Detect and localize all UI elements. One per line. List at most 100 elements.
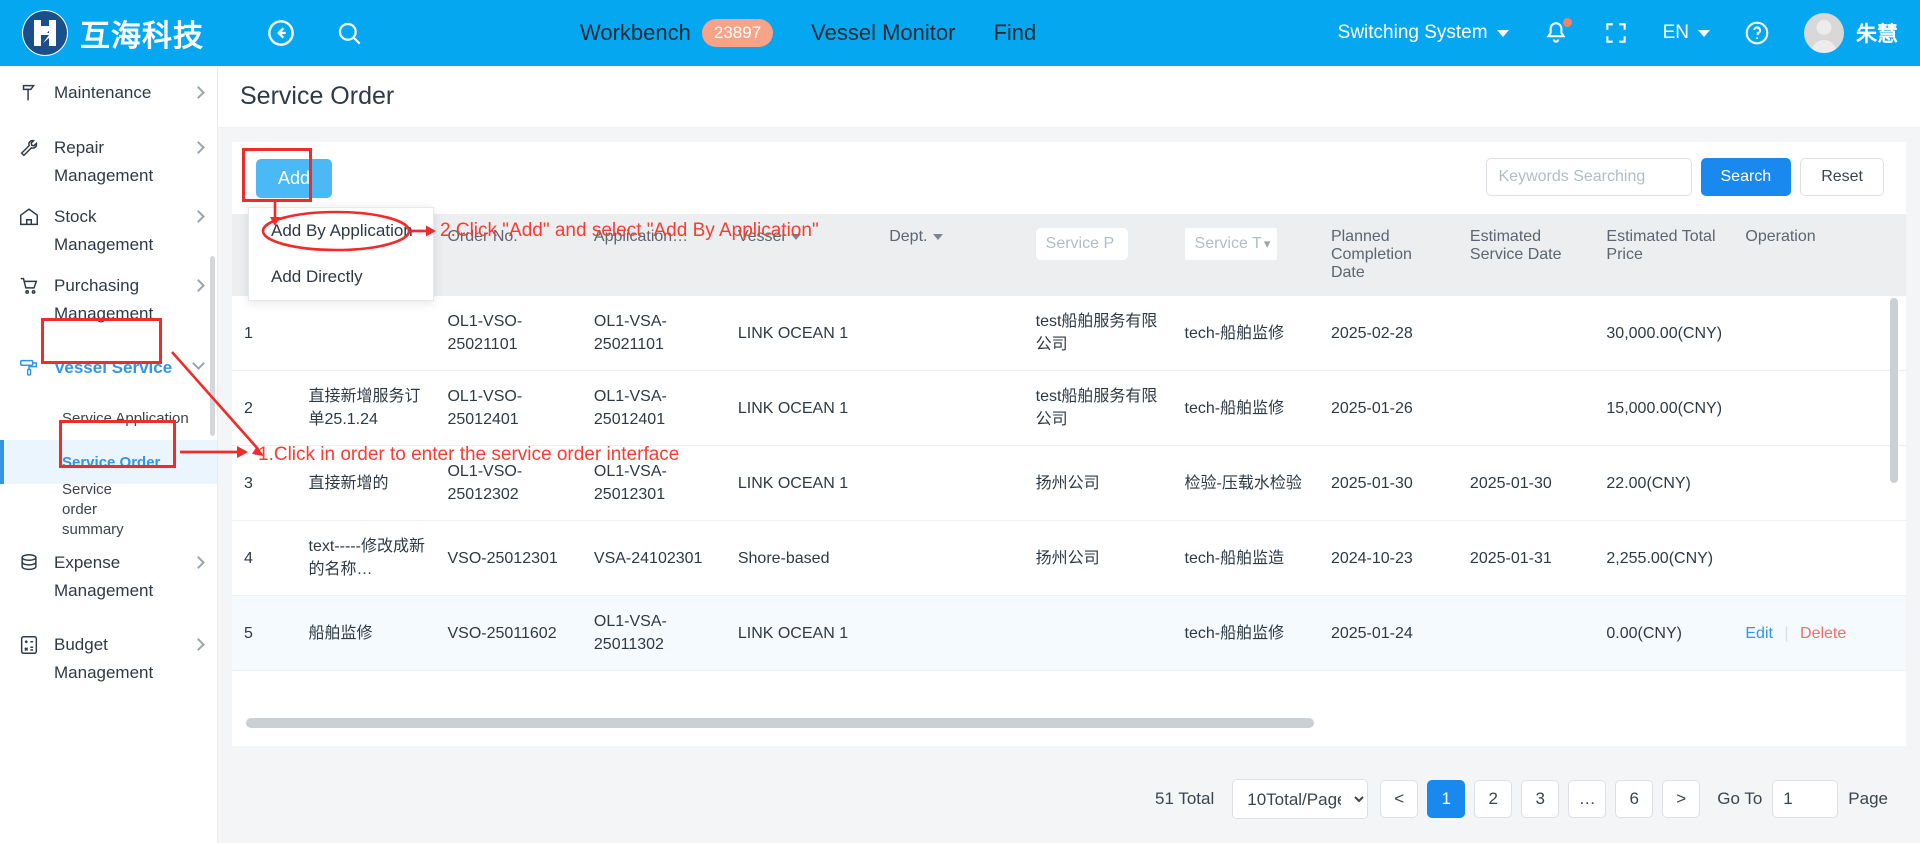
nav-item-vessel-monitor[interactable]: Vessel Monitor xyxy=(811,20,955,46)
search-button[interactable]: Search xyxy=(1700,158,1792,196)
sidebar-sublabel-service-order-summary: Service order summary xyxy=(62,481,124,538)
cell-service-provider xyxy=(1023,595,1173,671)
search-input[interactable] xyxy=(1485,158,1692,196)
cell-index: 4 xyxy=(232,520,297,596)
cart-icon xyxy=(16,273,42,299)
help-icon[interactable] xyxy=(1744,20,1770,46)
bell-icon[interactable] xyxy=(1543,18,1572,46)
search-group: Search Reset xyxy=(1485,158,1884,196)
page-header: Service Order xyxy=(218,66,1920,128)
cell-name: 船舶监修 xyxy=(296,595,436,671)
table-row[interactable]: 4 text-----修改成新的名称… VSO-25012301 VSA-241… xyxy=(232,520,1906,596)
cell-name xyxy=(296,296,436,371)
notification-dot xyxy=(1562,18,1572,27)
cell-index: 1 xyxy=(232,296,297,371)
table-row[interactable]: 2 直接新增服务订单25.1.24 OL1-VSO-25012401 OL1-V… xyxy=(232,370,1906,446)
cell-operation xyxy=(1733,296,1906,371)
nav-label-workbench: Workbench xyxy=(580,20,691,45)
th-estimated-service-date: Estimated Service Date xyxy=(1457,214,1595,296)
search-icon[interactable] xyxy=(334,18,364,48)
sidebar-subitem-service-application[interactable]: Service Application xyxy=(0,396,217,440)
cell-operation xyxy=(1733,370,1906,446)
page-button-6[interactable]: 6 xyxy=(1615,780,1654,818)
sidebar-item-expense-management[interactable]: Expense Management xyxy=(0,536,217,618)
th-planned-completion-date: Planned Completion Date xyxy=(1318,214,1458,296)
cell-service-provider: 扬州公司 xyxy=(1023,520,1173,596)
cell-name: 直接新增服务订单25.1.24 xyxy=(296,370,436,446)
table-row[interactable]: 5 船舶监修 VSO-25011602 OL1-VSA-25011302 LIN… xyxy=(232,595,1906,671)
cell-service-type: 检验-压载水检验 xyxy=(1172,445,1319,521)
table-vertical-scroll-thumb[interactable] xyxy=(1890,298,1898,483)
table-horizontal-scrollbar[interactable] xyxy=(246,718,1886,728)
reset-button[interactable]: Reset xyxy=(1800,158,1884,196)
th-service-provider[interactable]: Service P xyxy=(1023,214,1173,296)
table-vertical-scrollbar[interactable] xyxy=(1890,298,1898,674)
sidebar-sublabel-service-order: Service Order xyxy=(62,453,161,471)
nav-label-vessel-monitor: Vessel Monitor xyxy=(811,20,956,45)
language-selector[interactable]: EN xyxy=(1663,22,1710,44)
sidebar-scrollbar[interactable] xyxy=(210,256,215,436)
delete-link[interactable]: Delete xyxy=(1800,625,1846,642)
page-button-2[interactable]: 2 xyxy=(1474,780,1513,818)
chevron-right-icon xyxy=(192,638,205,651)
add-button[interactable]: Add xyxy=(256,158,333,198)
chevron-right-icon xyxy=(192,86,205,99)
sidebar-item-repair-management[interactable]: Repair Management xyxy=(0,121,217,190)
switching-system-dropdown[interactable]: Switching System xyxy=(1338,22,1509,44)
prev-page-button[interactable]: < xyxy=(1380,780,1419,818)
service-type-filter-label: Service T xyxy=(1194,235,1262,252)
next-page-button[interactable]: > xyxy=(1662,780,1701,818)
menu-item-add-by-application[interactable]: Add By Application xyxy=(249,208,433,254)
nav-item-find[interactable]: Find xyxy=(993,20,1036,46)
table-row[interactable]: 1 OL1-VSO-25021101 OL1-VSA-25021101 LINK… xyxy=(232,296,1906,371)
page-title: Service Order xyxy=(240,82,395,110)
sidebar-item-vessel-service[interactable]: Vessel Service xyxy=(0,341,217,396)
cell-order-no: VSO-25011602 xyxy=(435,595,582,671)
page-size-select[interactable]: 10Total/Page xyxy=(1232,779,1369,819)
sidebar-label-repair-management: Repair Management xyxy=(54,138,154,185)
sidebar-subitem-service-order[interactable]: Service Order xyxy=(0,440,217,484)
cell-operation xyxy=(1733,445,1906,521)
sidebar-item-purchasing-management[interactable]: Purchasing Management xyxy=(0,259,217,341)
avatar[interactable] xyxy=(1804,13,1844,53)
user-name: 朱慧 xyxy=(1856,23,1898,46)
service-provider-filter[interactable]: Service P xyxy=(1035,228,1128,260)
sidebar-subitem-service-order-summary[interactable]: Service order summary xyxy=(0,481,217,538)
cell-order-no: OL1-VSO-25012401 xyxy=(435,370,582,446)
cell-estimated-total-price: 0.00(CNY) xyxy=(1594,595,1734,671)
sidebar-item-stock-management[interactable]: Stock Management xyxy=(0,190,217,259)
sidebar-item-budget-management[interactable]: Budget Management xyxy=(0,618,217,687)
cell-estimated-total-price: 30,000.00(CNY) xyxy=(1594,296,1734,371)
cell-estimated-service-date xyxy=(1457,595,1595,671)
goto-page-input[interactable] xyxy=(1772,780,1839,818)
header-right-tools: Switching System EN 朱慧 xyxy=(1338,0,1920,66)
cell-order-no: VSO-25012301 xyxy=(435,520,582,596)
sidebar-item-maintenance[interactable]: Maintenance xyxy=(0,66,217,121)
menu-item-add-directly[interactable]: Add Directly xyxy=(249,254,433,300)
cell-name: text-----修改成新的名称… xyxy=(296,520,436,596)
switching-system-label: Switching System xyxy=(1337,22,1488,43)
cell-application: OL1-VSA-25012401 xyxy=(581,370,726,446)
chevron-down-icon xyxy=(1496,29,1509,37)
cell-estimated-total-price: 15,000.00(CNY) xyxy=(1594,370,1734,446)
nav-item-workbench[interactable]: Workbench 23897 xyxy=(580,19,774,47)
th-dept[interactable]: Dept. xyxy=(877,214,1024,296)
sidebar-label-vessel-service: Vessel Service xyxy=(54,358,173,377)
cell-dept xyxy=(877,595,1024,671)
cell-operation xyxy=(1733,520,1906,596)
service-type-filter[interactable]: Service T ▾ xyxy=(1184,228,1277,260)
page-button-1[interactable]: 1 xyxy=(1427,780,1466,818)
edit-link[interactable]: Edit xyxy=(1745,625,1773,642)
fullscreen-icon[interactable] xyxy=(1603,20,1629,46)
cell-operation: Edit | Delete xyxy=(1733,595,1906,671)
back-arrow-icon[interactable] xyxy=(266,18,296,48)
page-ellipsis-button[interactable]: … xyxy=(1568,780,1607,818)
cell-dept xyxy=(877,370,1024,446)
service-order-table: Order No. Application… Vessel Dept. Serv… xyxy=(232,214,1906,671)
annotation-text-step-2: 2.Click "Add" and select "Add By Applica… xyxy=(440,220,819,241)
cell-application: OL1-VSA-25011302 xyxy=(581,595,726,671)
th-service-type[interactable]: Service T ▾ xyxy=(1172,214,1319,296)
cell-dept xyxy=(877,296,1024,371)
page-button-3[interactable]: 3 xyxy=(1521,780,1560,818)
table-horizontal-scroll-thumb[interactable] xyxy=(246,718,1314,728)
